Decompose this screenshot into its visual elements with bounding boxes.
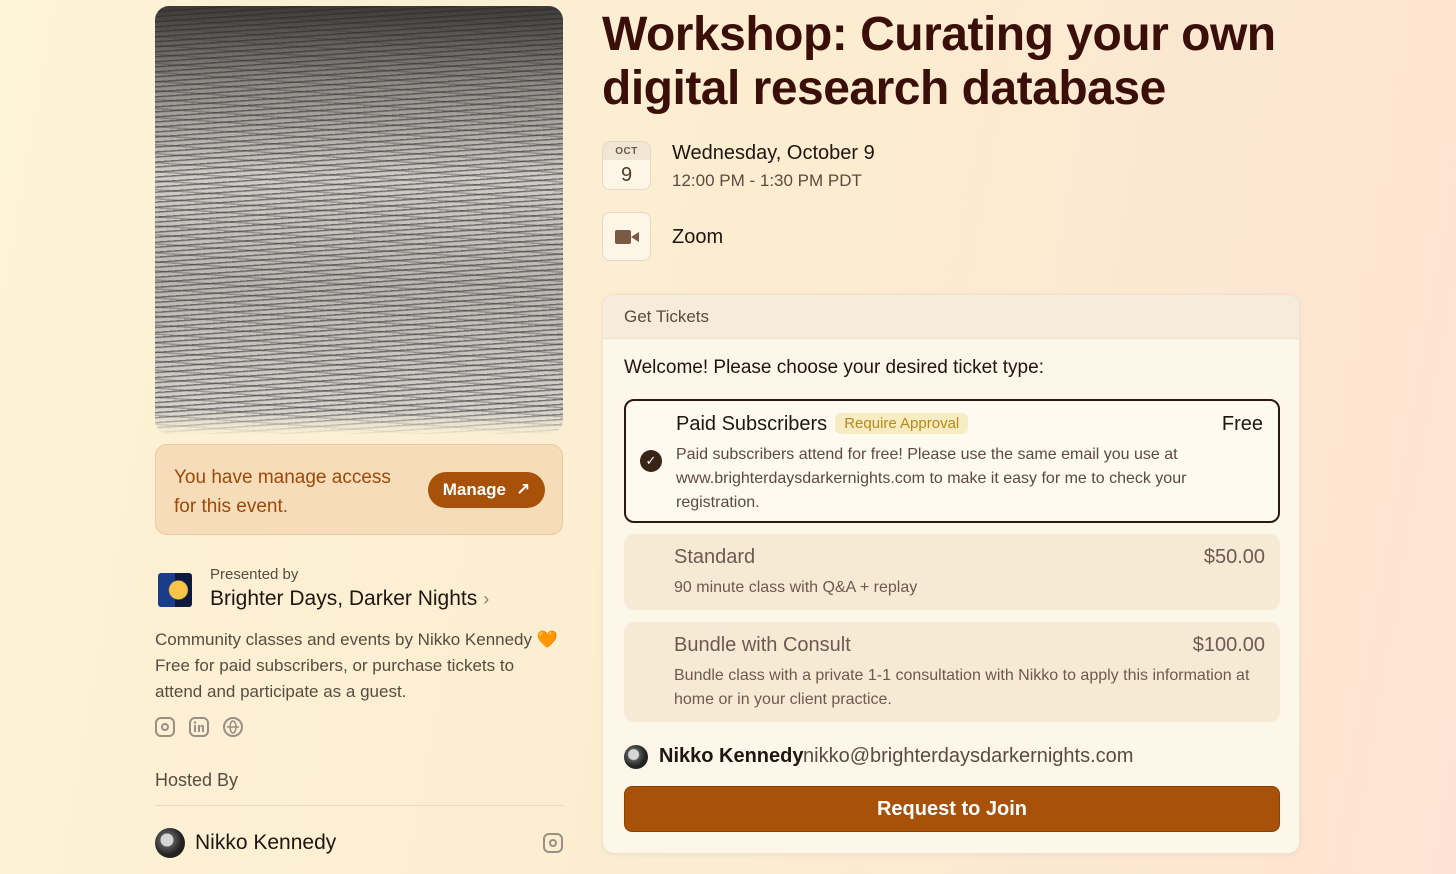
check-circle-icon: ✓ xyxy=(640,450,662,472)
ticket-name-text: Paid Subscribers xyxy=(676,413,828,435)
date-day: 9 xyxy=(620,164,633,186)
video-camera-icon xyxy=(614,229,639,244)
status-badge: Require Approval xyxy=(835,413,969,434)
ticket-price: $100.00 xyxy=(1192,634,1265,656)
manage-access-card: You have manage access for this event. M… xyxy=(155,444,563,535)
calendar-icon: OCT 9 xyxy=(602,141,651,190)
ticket-description: Bundle class with a private 1-1 consulta… xyxy=(674,667,1250,708)
ticket-description: Paid subscribers attend for free! Please… xyxy=(676,446,1187,511)
ticket-price: Free xyxy=(1221,413,1263,435)
ticket-name: Paid Subscribers Require Approval xyxy=(676,413,969,436)
hosted-by-label: Hosted By xyxy=(155,770,239,790)
event-location: Zoom xyxy=(672,226,724,248)
ticket-price: $50.00 xyxy=(1203,546,1265,568)
host-name: Nikko Kennedy xyxy=(195,831,337,854)
instagram-icon[interactable] xyxy=(543,833,563,853)
current-user: Nikko Kennedy nikko@brighterdaysdarkerni… xyxy=(624,744,1280,770)
event-time: 12:00 PM - 1:30 PM PDT xyxy=(672,171,862,190)
tickets-welcome: Welcome! Please choose your desired tick… xyxy=(624,357,1044,378)
tickets-card: Get Tickets Welcome! Please choose your … xyxy=(602,294,1300,854)
event-date: Wednesday, October 9 xyxy=(672,142,875,164)
manage-access-text: You have manage access for this event. xyxy=(174,467,391,517)
ticket-name: Standard xyxy=(674,546,756,568)
globe-icon[interactable] xyxy=(223,717,243,737)
presenter-name: Brighter Days, Darker Nights xyxy=(210,587,478,610)
divider xyxy=(155,805,563,806)
ticket-option-bundle[interactable]: Bundle with Consult $100.00 Bundle class… xyxy=(624,622,1280,722)
manage-button-label: Manage xyxy=(442,480,507,499)
chevron-right-icon: › xyxy=(483,589,490,609)
arrow-up-right-icon: ↗ xyxy=(516,480,531,499)
presenter-name-link[interactable]: Brighter Days, Darker Nights › xyxy=(210,587,489,611)
location-box xyxy=(602,212,651,261)
linkedin-icon[interactable] xyxy=(189,717,209,737)
ticket-option-paid-subscribers[interactable]: ✓ Paid Subscribers Require Approval Free … xyxy=(624,399,1280,523)
user-name: Nikko Kennedy xyxy=(659,745,804,767)
avatar xyxy=(155,828,185,858)
social-links xyxy=(155,717,243,737)
tickets-header: Get Tickets xyxy=(603,295,1299,339)
date-month: OCT xyxy=(603,142,650,160)
manage-button[interactable]: Manage ↗ xyxy=(428,472,545,508)
request-to-join-button[interactable]: Request to Join xyxy=(624,786,1280,832)
avatar xyxy=(624,745,648,769)
event-cover-image xyxy=(155,6,563,434)
user-email: nikko@brighterdaysdarkernights.com xyxy=(803,745,1134,767)
page-title: Workshop: Curating your own digital rese… xyxy=(602,8,1276,115)
presented-by-label: Presented by xyxy=(210,566,299,583)
ticket-description: 90 minute class with Q&A + replay xyxy=(674,579,918,596)
instagram-icon[interactable] xyxy=(155,717,175,737)
presenter-description: Community classes and events by Nikko Ke… xyxy=(155,630,558,701)
ticket-option-standard[interactable]: Standard $50.00 90 minute class with Q&A… xyxy=(624,534,1280,610)
host-row[interactable]: Nikko Kennedy xyxy=(155,827,563,859)
presenter-logo[interactable] xyxy=(158,573,192,607)
ticket-name: Bundle with Consult xyxy=(674,634,851,656)
presenter: Presented by Brighter Days, Darker Night… xyxy=(155,566,563,616)
